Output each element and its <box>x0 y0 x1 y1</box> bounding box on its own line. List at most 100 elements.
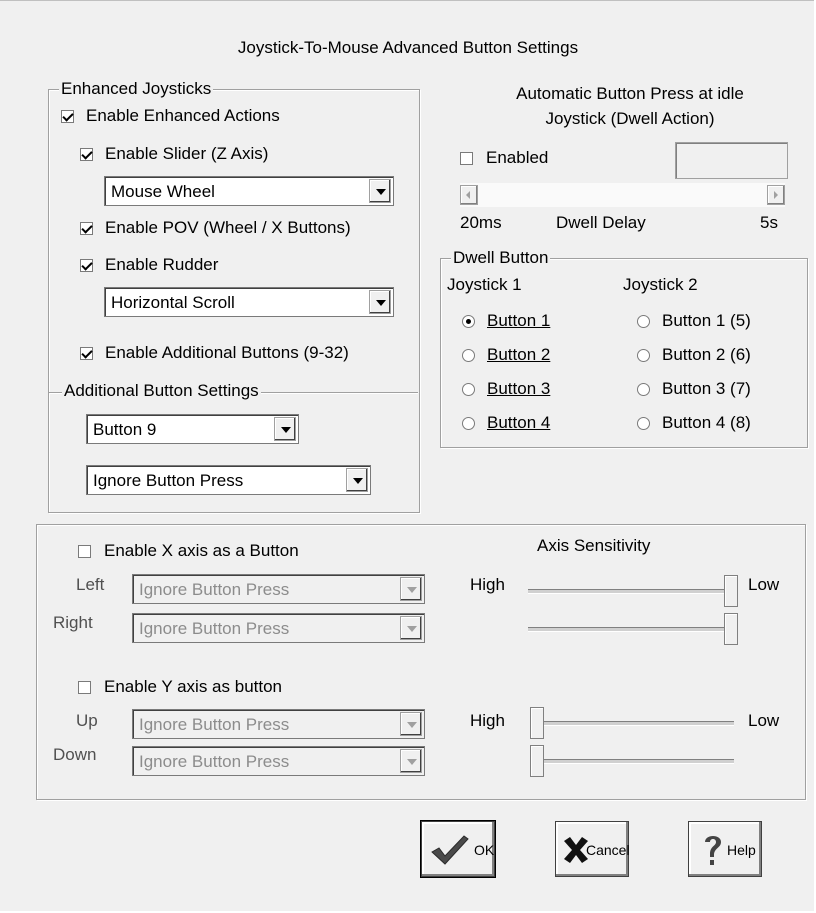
dwell-radio-j2-button1[interactable] <box>637 315 650 328</box>
x-low-label: Low <box>748 575 780 594</box>
right-label: Right <box>53 613 93 632</box>
enable-x-axis-label[interactable]: Enable X axis as a Button <box>104 541 299 561</box>
dwell-header-line2: Joystick (Dwell Action) <box>545 109 715 128</box>
additional-button-action-value: Ignore Button Press <box>93 471 244 490</box>
dwell-radio-j1-button1[interactable] <box>462 315 475 328</box>
help-button[interactable]: Help <box>688 821 762 877</box>
dwell-min-label: 20ms <box>460 213 502 232</box>
chevron-down-icon[interactable] <box>369 290 391 314</box>
dwell-header-line1: Automatic Button Press at idle <box>516 84 744 103</box>
y-high-label: High <box>470 711 505 730</box>
y-low-label: Low <box>748 711 780 730</box>
slider-track <box>528 627 738 632</box>
rudder-mode-value: Horizontal Scroll <box>111 293 235 312</box>
ok-button[interactable]: OK <box>420 820 496 878</box>
ok-label: OK <box>474 842 495 858</box>
additional-button-value: Button 9 <box>93 420 157 439</box>
cancel-button[interactable]: Cancel <box>555 821 630 877</box>
slider-thumb[interactable] <box>530 707 544 739</box>
dwell-radio-j1-button2[interactable] <box>462 349 475 362</box>
chevron-down-icon[interactable] <box>400 749 422 773</box>
dwell-radio-j1-button4-label[interactable]: Button 4 <box>487 413 550 433</box>
enable-pov-checkbox[interactable] <box>80 222 93 235</box>
enable-additional-buttons-label[interactable]: Enable Additional Buttons (9-32) <box>105 343 349 363</box>
x-right-action-value: Ignore Button Press <box>139 619 290 638</box>
dwell-button-group-title: Dwell Button <box>451 248 551 268</box>
chevron-down-icon[interactable] <box>369 179 391 203</box>
dwell-radio-j2-button2[interactable] <box>637 349 650 362</box>
x-right-sensitivity-slider[interactable] <box>528 613 738 645</box>
chevron-down-icon[interactable] <box>400 712 422 736</box>
enable-slider-label[interactable]: Enable Slider (Z Axis) <box>105 144 268 164</box>
dwell-radio-j2-button2-label[interactable]: Button 2 (6) <box>662 345 751 365</box>
rudder-mode-select[interactable]: Horizontal Scroll <box>104 287 394 317</box>
dwell-radio-j1-button2-label[interactable]: Button 2 <box>487 345 550 365</box>
additional-button-action-select[interactable]: Ignore Button Press <box>86 465 371 495</box>
joystick2-label: Joystick 2 <box>623 275 698 294</box>
dwell-radio-j2-button4[interactable] <box>637 417 650 430</box>
enable-slider-checkbox[interactable] <box>80 148 93 161</box>
dwell-max-label: 5s <box>760 213 778 232</box>
dwell-radio-j1-button3-label[interactable]: Button 3 <box>487 379 550 399</box>
y-down-action-value: Ignore Button Press <box>139 752 290 771</box>
y-up-sensitivity-slider[interactable] <box>530 707 734 739</box>
dwell-radio-j1-button4[interactable] <box>462 417 475 430</box>
dwell-delay-scrollbar[interactable] <box>460 183 785 207</box>
axis-sensitivity-label: Axis Sensitivity <box>537 536 651 555</box>
chevron-down-icon[interactable] <box>400 577 422 601</box>
x-left-action-value: Ignore Button Press <box>139 580 290 599</box>
enable-y-axis-label[interactable]: Enable Y axis as button <box>104 677 282 697</box>
joystick1-label: Joystick 1 <box>447 275 522 294</box>
dwell-enabled-checkbox[interactable] <box>460 152 473 165</box>
dwell-radio-j1-button1-label[interactable]: Button 1 <box>487 311 550 331</box>
up-label: Up <box>76 711 98 730</box>
left-label: Left <box>76 575 105 594</box>
chevron-down-icon[interactable] <box>346 468 368 492</box>
enable-y-axis-checkbox[interactable] <box>78 681 91 694</box>
dwell-radio-j1-button3[interactable] <box>462 383 475 396</box>
x-high-label: High <box>470 575 505 594</box>
y-up-action-value: Ignore Button Press <box>139 715 290 734</box>
x-left-sensitivity-slider[interactable] <box>528 575 738 607</box>
enable-rudder-label[interactable]: Enable Rudder <box>105 255 218 275</box>
dialog-title: Joystick-To-Mouse Advanced Button Settin… <box>237 38 579 57</box>
chevron-down-icon[interactable] <box>274 417 296 441</box>
scroll-right-icon[interactable] <box>767 185 785 205</box>
y-up-action-select[interactable]: Ignore Button Press <box>132 709 425 739</box>
slider-thumb[interactable] <box>724 575 738 607</box>
slider-track <box>528 589 738 594</box>
enable-rudder-checkbox[interactable] <box>80 259 93 272</box>
dwell-radio-j2-button3[interactable] <box>637 383 650 396</box>
dwell-delay-label: Dwell Delay <box>556 213 646 232</box>
slider-thumb[interactable] <box>724 613 738 645</box>
dwell-radio-j2-button1-label[interactable]: Button 1 (5) <box>662 311 751 331</box>
checkmark-icon <box>431 835 469 865</box>
scroll-left-icon[interactable] <box>460 185 478 205</box>
chevron-down-icon[interactable] <box>400 616 422 640</box>
down-label: Down <box>53 745 97 764</box>
enable-enhanced-actions-checkbox[interactable] <box>61 110 74 123</box>
question-mark-icon <box>705 836 721 865</box>
x-right-action-select[interactable]: Ignore Button Press <box>132 613 425 643</box>
slider-mode-select[interactable]: Mouse Wheel <box>104 176 394 206</box>
enable-x-axis-checkbox[interactable] <box>78 545 91 558</box>
slider-thumb[interactable] <box>530 745 544 777</box>
enable-additional-buttons-checkbox[interactable] <box>80 347 93 360</box>
enable-enhanced-actions-label[interactable]: Enable Enhanced Actions <box>86 106 280 126</box>
slider-track <box>530 759 734 764</box>
y-down-action-select[interactable]: Ignore Button Press <box>132 746 425 776</box>
additional-button-select[interactable]: Button 9 <box>86 414 299 444</box>
dwell-enabled-label[interactable]: Enabled <box>486 148 548 168</box>
slider-track <box>530 721 734 726</box>
cancel-label: Cancel <box>586 842 630 858</box>
slider-mode-value: Mouse Wheel <box>111 182 215 201</box>
y-down-sensitivity-slider[interactable] <box>530 745 734 777</box>
enhanced-group-title: Enhanced Joysticks <box>59 79 214 99</box>
dwell-radio-j2-button3-label[interactable]: Button 3 (7) <box>662 379 751 399</box>
help-label: Help <box>727 842 756 858</box>
dwell-delay-readout <box>675 142 788 179</box>
enable-pov-label[interactable]: Enable POV (Wheel / X Buttons) <box>105 218 351 238</box>
x-left-action-select[interactable]: Ignore Button Press <box>132 574 425 604</box>
additional-settings-title: Additional Button Settings <box>62 381 261 401</box>
dwell-radio-j2-button4-label[interactable]: Button 4 (8) <box>662 413 751 433</box>
